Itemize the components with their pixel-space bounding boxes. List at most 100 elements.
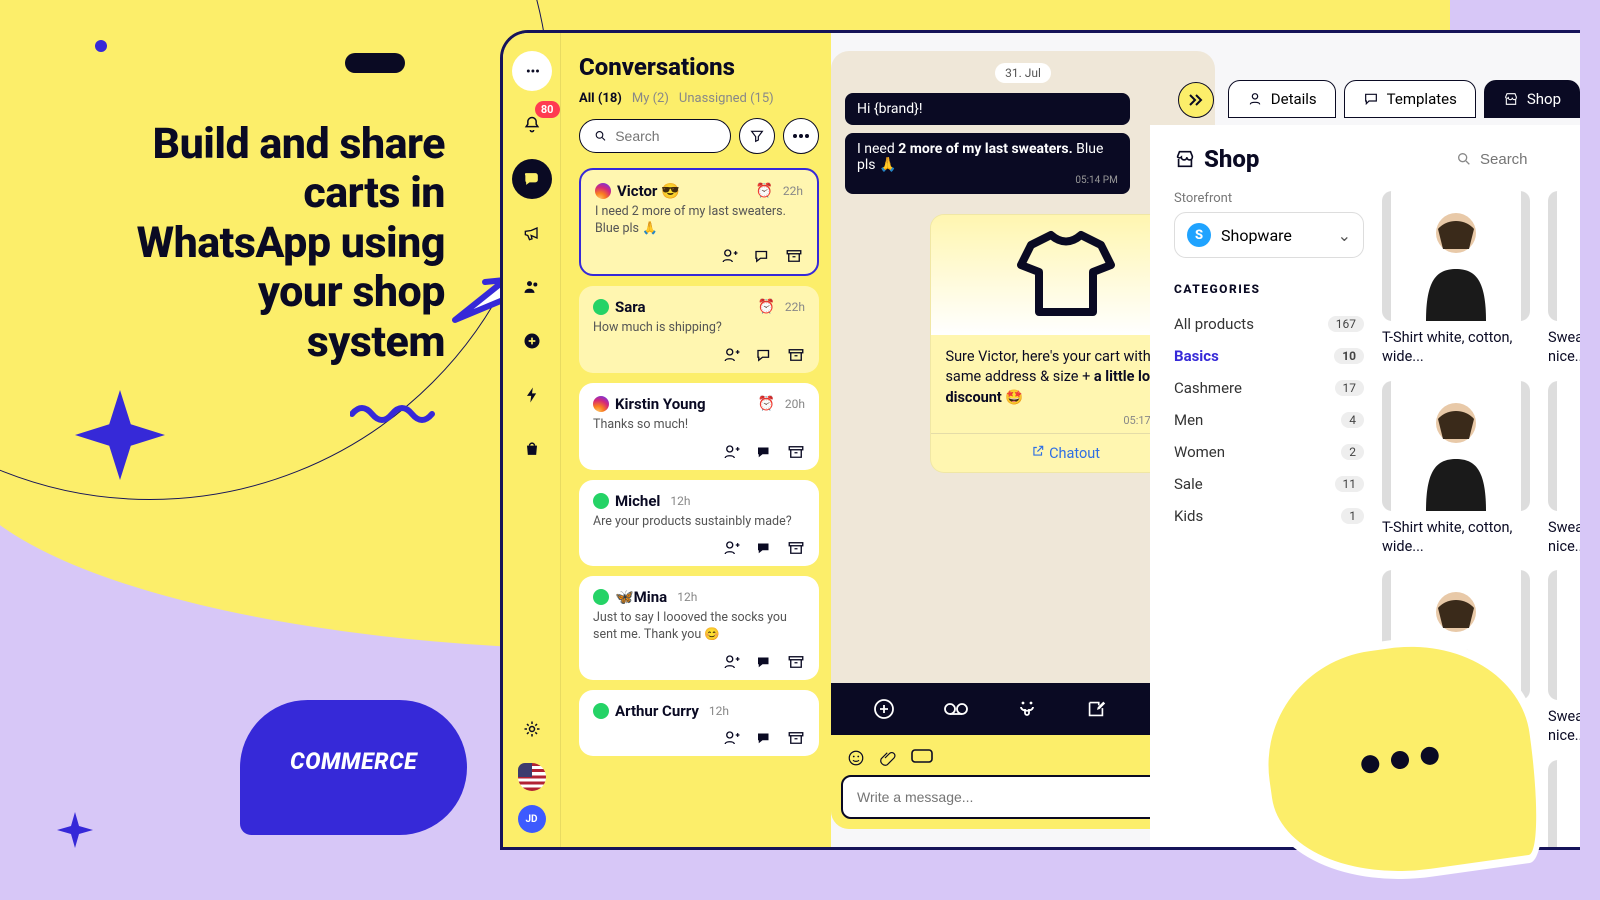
category-item[interactable]: Sale11 <box>1174 468 1364 500</box>
product-card[interactable]: Sweater blue, cotton, nice... <box>1548 570 1580 746</box>
conversation-item[interactable]: 🦋Mina 12h Just to say I loooved the sock… <box>579 576 819 680</box>
conversation-name: Victor 😎 <box>617 182 680 200</box>
toolbar-voice[interactable] <box>943 697 969 721</box>
tab-all[interactable]: All (18) <box>579 91 622 106</box>
archive-icon[interactable] <box>787 654 805 670</box>
reply-icon[interactable] <box>755 347 773 363</box>
rail-broadcast[interactable] <box>512 213 552 253</box>
category-count: 1 <box>1341 508 1364 524</box>
conversation-item[interactable]: Victor 😎 ⏰ 22h I need 2 more of my last … <box>579 168 819 276</box>
tab-details[interactable]: Details <box>1228 80 1336 118</box>
archive-icon[interactable] <box>787 730 805 746</box>
toolbar-add[interactable] <box>872 697 896 721</box>
archive-icon[interactable] <box>787 347 805 363</box>
conversation-item[interactable]: Kirstin Young ⏰ 20h Thanks so much! <box>579 383 819 470</box>
storefront-icon <box>1174 148 1196 170</box>
composer-emoji[interactable] <box>847 749 865 767</box>
plus-circle-icon <box>522 331 542 351</box>
composer-attach[interactable] <box>879 749 897 767</box>
assign-icon[interactable] <box>723 444 741 460</box>
rail-conversations[interactable] <box>512 159 552 199</box>
tshirt-icon <box>1011 230 1121 320</box>
reply-icon[interactable] <box>755 540 773 556</box>
hero-headline: Build and share carts in WhatsApp using … <box>125 120 445 367</box>
assign-icon[interactable] <box>723 540 741 556</box>
tab-my[interactable]: My (2) <box>632 91 669 106</box>
product-image <box>1548 570 1580 700</box>
message-incoming: I need 2 more of my last sweaters. Blue … <box>845 133 1130 194</box>
category-item[interactable]: Basics10 <box>1174 340 1364 372</box>
product-card[interactable]: T-Shirt white, cotton, wide... <box>1382 191 1530 367</box>
archive-icon[interactable] <box>785 248 803 264</box>
reply-icon[interactable] <box>755 654 773 670</box>
more-button[interactable] <box>783 118 819 154</box>
reply-icon[interactable] <box>753 248 771 264</box>
archive-icon[interactable] <box>787 444 805 460</box>
category-item[interactable]: Women2 <box>1174 436 1364 468</box>
assign-icon[interactable] <box>723 654 741 670</box>
rail-language-flag[interactable] <box>518 763 546 791</box>
storefront-picker[interactable]: S Shopware ⌄ <box>1174 212 1364 258</box>
alarm-icon: ⏰ <box>757 299 774 315</box>
reply-icon[interactable] <box>755 730 773 746</box>
tab-templates[interactable]: Templates <box>1344 80 1476 118</box>
conversations-title: Conversations <box>579 53 819 81</box>
rail-settings[interactable] <box>512 709 552 749</box>
rail-contacts[interactable] <box>512 267 552 307</box>
conversation-time: 12h <box>670 494 690 508</box>
assign-icon[interactable] <box>723 730 741 746</box>
categories-heading: CATEGORIES <box>1174 282 1364 296</box>
conversation-name: 🦋Mina <box>615 588 667 606</box>
rail-add[interactable] <box>512 321 552 361</box>
category-item[interactable]: Men4 <box>1174 404 1364 436</box>
composer-input[interactable] <box>841 775 1175 819</box>
product-card[interactable]: Sweater blue, cotton, nice... <box>1548 191 1580 367</box>
category-count: 17 <box>1335 380 1365 396</box>
collapse-right-panel[interactable] <box>1178 82 1214 118</box>
composer-template[interactable] <box>911 749 933 767</box>
product-card[interactable]: Sweater blue, cotton, nice... <box>1548 381 1580 557</box>
funnel-icon <box>749 128 765 144</box>
reply-icon[interactable] <box>755 444 773 460</box>
assign-icon[interactable] <box>721 248 739 264</box>
conversation-preview: Are your products sustainbly made? <box>593 514 805 531</box>
product-card[interactable]: T-Shirt white, cotton, wide... <box>1382 381 1530 557</box>
instagram-channel-icon <box>595 183 611 199</box>
category-count: 167 <box>1328 316 1364 332</box>
toolbar-note[interactable] <box>1085 698 1107 720</box>
conversation-item[interactable]: Sara ⏰ 22h How much is shipping? <box>579 286 819 373</box>
voicemail-icon <box>943 697 969 721</box>
user-icon <box>1247 91 1263 107</box>
conversations-search[interactable] <box>579 119 731 153</box>
chat-date-divider: 31. Jul <box>995 63 1051 83</box>
shop-search[interactable] <box>1456 151 1580 168</box>
conversation-item[interactable]: Arthur Curry 12h <box>579 690 819 756</box>
plus-bubble-icon <box>872 697 896 721</box>
bell-icon <box>522 115 542 135</box>
tab-unassigned[interactable]: Unassigned (15) <box>679 91 774 106</box>
rail-notifications[interactable]: 80 <box>512 105 552 145</box>
rail-user-avatar[interactable]: JD <box>518 805 546 833</box>
chat-bubble-logo-icon <box>521 60 543 82</box>
category-item[interactable]: Cashmere17 <box>1174 372 1364 404</box>
category-count: 2 <box>1341 444 1364 460</box>
shop-search-input[interactable] <box>1480 151 1560 168</box>
brand-logo[interactable] <box>512 51 552 91</box>
conversation-item[interactable]: Michel 12h Are your products sustainbly … <box>579 480 819 567</box>
tab-shop[interactable]: Shop <box>1484 80 1580 118</box>
filter-button[interactable] <box>739 118 775 154</box>
category-item[interactable]: Kids1 <box>1174 500 1364 532</box>
archive-icon[interactable] <box>787 540 805 556</box>
toolbar-emoji[interactable] <box>1015 697 1039 721</box>
product-card[interactable]: ter blue <box>1548 760 1580 847</box>
product-title: Sweater blue, cotton, nice... <box>1548 708 1580 746</box>
assign-icon[interactable] <box>723 347 741 363</box>
rail-automation[interactable] <box>512 375 552 415</box>
product-image <box>1382 381 1530 511</box>
conversation-preview: Thanks so much! <box>593 417 805 434</box>
conversations-filter-tabs: All (18) My (2) Unassigned (15) <box>579 91 819 106</box>
conversations-search-input[interactable] <box>615 128 716 144</box>
chat-template-icon <box>1363 91 1379 107</box>
category-item[interactable]: All products167 <box>1174 308 1364 340</box>
rail-shop[interactable] <box>512 429 552 469</box>
